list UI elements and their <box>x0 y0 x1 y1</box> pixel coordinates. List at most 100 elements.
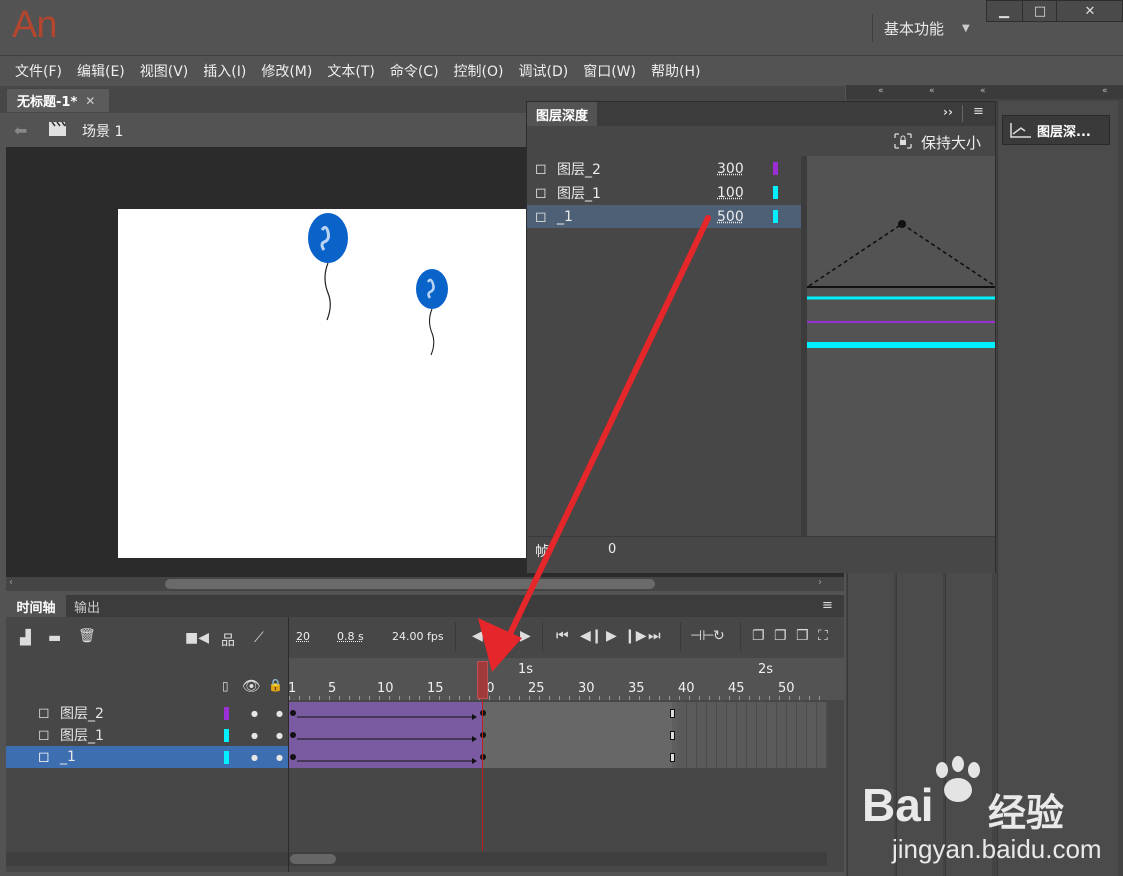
menu-modify[interactable]: 修改(M) <box>254 61 320 81</box>
scroll-left-icon[interactable]: ‹ <box>9 577 13 588</box>
layer-list-scrollbar[interactable] <box>6 852 288 866</box>
tab-output[interactable]: 输出 <box>66 595 108 617</box>
menu-control[interactable]: 控制(O) <box>447 61 512 81</box>
layer-depth-panel-button[interactable]: 图层深... <box>1002 115 1110 145</box>
visibility-dot[interactable]: ● <box>251 753 258 762</box>
document-title: 无标题-1* <box>17 95 78 110</box>
menu-help[interactable]: 帮助(H) <box>644 61 708 81</box>
timeline-layer-row[interactable]: ◻ 图层_2 ● ● <box>6 702 288 724</box>
menu-window[interactable]: 窗口(W) <box>576 61 644 81</box>
visibility-dot[interactable]: ● <box>251 709 258 718</box>
empty-frames[interactable] <box>677 724 827 746</box>
frame-rate[interactable]: 24.00 fps <box>392 630 444 643</box>
document-tab[interactable]: 无标题-1* ✕ <box>6 88 110 112</box>
panel-header[interactable] <box>527 102 995 126</box>
depth-value[interactable]: 300 <box>717 161 767 177</box>
camera-icon[interactable]: ■◀ <box>185 630 209 646</box>
ruler-label: 5 <box>328 681 337 696</box>
lock-icon[interactable]: 🔒 <box>268 678 283 692</box>
collapse-icon[interactable]: « <box>980 86 986 96</box>
depth-row[interactable]: ◻ 图层_2 300 <box>527 157 801 180</box>
collapse-icon[interactable]: « <box>929 86 935 96</box>
parent-layers-icon[interactable]: 品 <box>221 630 235 650</box>
modify-markers-icon[interactable]: ⛶ <box>818 628 828 644</box>
panel-menu-icon[interactable]: ≡ <box>973 104 984 119</box>
workspace-switcher[interactable]: 基本功能 <box>884 18 944 39</box>
end-frame-marker[interactable] <box>670 753 675 762</box>
scrollbar-thumb[interactable] <box>290 854 336 864</box>
collapse-icon[interactable]: « <box>1102 86 1108 96</box>
new-layer-icon[interactable]: ▟ <box>20 630 31 646</box>
menu-debug[interactable]: 调试(D) <box>512 61 577 81</box>
end-frame-marker[interactable] <box>670 731 675 740</box>
empty-frames[interactable] <box>677 702 827 724</box>
timeline-layer-row[interactable]: ◻ 图层_1 ● ● <box>6 724 288 746</box>
keyframe[interactable] <box>290 754 296 760</box>
static-frames[interactable] <box>482 746 672 768</box>
ruler-label: 1 <box>288 681 297 696</box>
keyframe[interactable] <box>480 710 486 716</box>
keyframe[interactable] <box>480 754 486 760</box>
chevron-down-icon[interactable]: ▼ <box>962 23 970 34</box>
panel-tab[interactable]: 图层深度 <box>527 102 597 126</box>
ruler-label: 50 <box>778 681 795 696</box>
timeline-layer-name: 图层_1 <box>60 728 104 744</box>
menu-commands[interactable]: 命令(C) <box>383 61 447 81</box>
watermark-url: jingyan.baidu.com <box>892 834 1102 864</box>
menu-text[interactable]: 文本(T) <box>320 61 382 81</box>
collapse-icon[interactable]: « <box>878 86 884 96</box>
lock-dot[interactable]: ● <box>276 731 283 740</box>
keyframe[interactable] <box>480 732 486 738</box>
timeline-scrollbar[interactable] <box>289 852 827 866</box>
lock-icon[interactable] <box>893 132 913 150</box>
onion-skin-icon[interactable]: ❐ <box>752 628 765 644</box>
balloon-large[interactable] <box>300 210 360 325</box>
layer-color-swatch <box>773 210 778 223</box>
panel-expand-icon[interactable]: ›› <box>943 105 953 119</box>
end-frame-marker[interactable] <box>670 709 675 718</box>
ruler-label: 15 <box>427 681 444 696</box>
delete-icon[interactable]: 🗑 <box>78 628 96 644</box>
keyframe[interactable] <box>290 710 296 716</box>
layer-depth-icon[interactable]: ⟋ <box>254 630 264 646</box>
keyframe[interactable] <box>290 732 296 738</box>
timeline-layer-name: 图层_2 <box>60 706 104 722</box>
outline-toggle-icon[interactable]: ▯ <box>222 679 229 693</box>
balloon-small[interactable] <box>410 266 455 358</box>
static-frames[interactable] <box>482 724 672 746</box>
scene-label[interactable]: 场景 1 <box>82 121 123 141</box>
minimize-button[interactable]: ▁ <box>986 0 1022 22</box>
watermark: Bai 经验 jingyan.baidu.com <box>840 750 1120 876</box>
lock-dot[interactable]: ● <box>276 709 283 718</box>
static-frames[interactable] <box>482 702 672 724</box>
visibility-dot[interactable]: ● <box>251 731 258 740</box>
title-bar <box>0 0 1123 55</box>
scroll-right-icon[interactable]: › <box>818 577 822 588</box>
current-frame[interactable]: 20 <box>296 630 310 643</box>
close-tab-icon[interactable]: ✕ <box>85 94 95 108</box>
panel-menu-icon[interactable]: ≡ <box>822 598 833 613</box>
watermark-brand: Bai <box>862 779 934 831</box>
menu-insert[interactable]: 插入(I) <box>196 61 254 81</box>
tab-timeline[interactable]: 时间轴 <box>6 595 66 617</box>
timeline-layer-row-selected[interactable]: ◻ _1 ● ● <box>6 746 288 768</box>
menu-bar: 文件(F) 编辑(E) 视图(V) 插入(I) 修改(M) 文本(T) 命令(C… <box>0 55 1123 86</box>
time-marker: 2s <box>758 662 774 677</box>
onion-outline-icon[interactable]: ❐ <box>774 628 787 644</box>
empty-frames[interactable] <box>677 746 827 768</box>
eye-icon[interactable]: 👁 <box>242 677 261 695</box>
keep-size-label[interactable]: 保持大小 <box>921 132 981 153</box>
menu-edit[interactable]: 编辑(E) <box>70 61 133 81</box>
layer-color-swatch <box>224 728 229 742</box>
menu-view[interactable]: 视图(V) <box>133 61 197 81</box>
depth-value[interactable]: 100 <box>717 185 767 201</box>
edit-multiple-frames-icon[interactable]: ❒ <box>796 628 809 644</box>
menu-file[interactable]: 文件(F) <box>8 61 70 81</box>
back-arrow-icon[interactable]: ⬅ <box>14 121 27 140</box>
new-folder-icon[interactable]: ▬ <box>48 630 61 646</box>
lock-dot[interactable]: ● <box>276 753 283 762</box>
depth-row-name: 图层_2 <box>557 161 601 178</box>
elapsed-time[interactable]: 0.8 s <box>337 630 364 643</box>
maximize-button[interactable]: □ <box>1022 0 1057 22</box>
close-button[interactable]: ✕ <box>1056 0 1123 22</box>
